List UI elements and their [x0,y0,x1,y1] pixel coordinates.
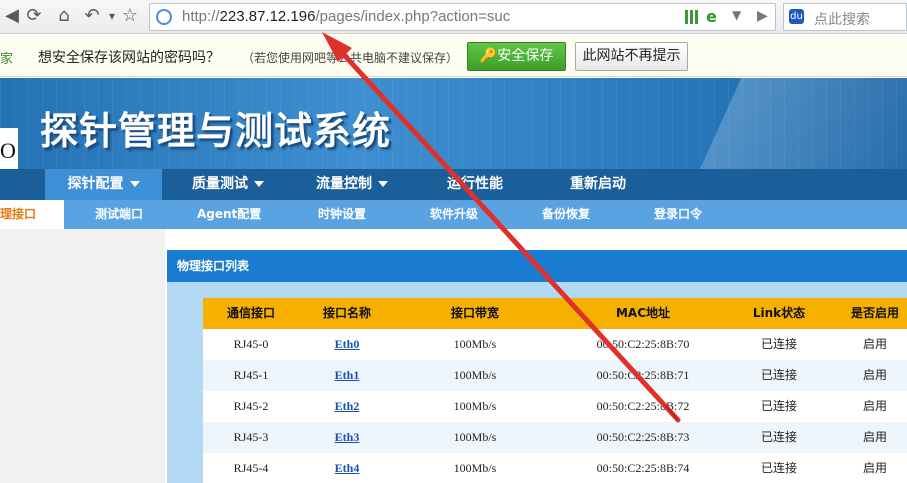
site-banner: O 探针管理与测试系统 [0,78,907,169]
table-cell: 00:50:C2:25:8B:72 [596,399,690,413]
table-row: RJ45-1 Eth1 100Mb/s 00:50:C2:25:8B:71 已连接 启用 [203,360,907,391]
table-row: RJ45-4 Eth4 100Mb/s 00:50:C2:25:8B:74 已连接 启用 [203,453,907,483]
chevron-down-icon[interactable]: ▼ [732,8,741,22]
site-icon [156,9,172,25]
search-input[interactable]: 点此搜索 [814,9,870,29]
table-cell: 启用 [862,461,887,475]
nav-probe-config[interactable]: 探针配置 [45,169,162,200]
refresh-icon[interactable]: ⟳ [22,4,46,28]
back-icon[interactable]: ◀ [0,4,24,28]
address-bar[interactable]: http://223.87.12.196/pages/index.php?act… [149,3,776,31]
chevron-down-icon [254,181,264,187]
table-cell: 100Mb/s [453,337,497,351]
go-icon[interactable]: ▶ [757,8,768,24]
table-cell: 100Mb/s [453,368,497,382]
password-save-bar: 家 想安全保存该网站的密码吗？ （若您使用网吧等公共电脑不建议保存） 🔑安全保存… [0,35,907,77]
url-text[interactable]: http://223.87.12.196/pages/index.php?act… [182,8,510,25]
interface-name-link[interactable]: Eth3 [299,422,395,453]
table-cell: 00:50:C2:25:8B:74 [596,461,690,475]
chevron-down-icon [129,181,140,187]
subnav-physical-interface[interactable]: 理接口 [0,200,64,229]
main-nav: 探针配置 质量测试 流量控制 运行性能 重新启动 [0,169,907,200]
table-cell: 启用 [862,399,887,413]
column-header: 通信接口 [226,306,275,320]
nav-performance[interactable]: 运行性能 [430,169,520,200]
pwbar-question: 想安全保存该网站的密码吗？ [38,50,220,66]
browser-toolbar: ◀ ⟳ ⌂ ↶ ▾ ☆ http://223.87.12.196/pages/i… [0,0,907,34]
subnav-software-upgrade[interactable]: 软件升级 [430,200,478,229]
subnav-backup-restore[interactable]: 备份恢复 [542,200,590,229]
browser-window: ◀ ⟳ ⌂ ↶ ▾ ☆ http://223.87.12.196/pages/i… [0,0,907,483]
interface-name-link[interactable]: Eth1 [299,360,395,391]
column-header: Link状态 [752,306,806,320]
subnav-agent-config[interactable]: Agent配置 [197,200,261,229]
save-password-button[interactable]: 🔑安全保存 [467,42,566,71]
table-cell: RJ45-4 [233,461,269,475]
table-cell: 启用 [862,430,887,444]
interface-name-link[interactable]: Eth4 [299,453,395,483]
pwbar-note: （若您使用网吧等公共电脑不建议保存） [242,51,459,65]
table-cell: RJ45-3 [233,430,269,444]
table-row: RJ45-3 Eth3 100Mb/s 00:50:C2:25:8B:73 已连接 启用 [203,422,907,453]
qr-code-icon[interactable] [685,10,699,24]
nav-quality-test[interactable]: 质量测试 [173,169,283,200]
table-cell: RJ45-1 [233,368,269,382]
ie-compat-icon[interactable]: e [706,7,717,26]
table-cell: 已连接 [760,337,797,351]
table-cell: RJ45-2 [233,399,269,413]
table-header: 通信接口 接口名称 接口带宽 MAC地址 Link状态 是否启用 [203,298,907,329]
panel-title: 物理接口列表 [167,250,907,282]
table-cell: 已连接 [760,399,797,413]
home-icon[interactable]: ⌂ [52,4,76,28]
subnav-clock-settings[interactable]: 时钟设置 [318,200,366,229]
baidu-paw-icon[interactable]: du [789,9,804,24]
system-title: 探针管理与测试系统 [40,109,392,153]
column-header: 是否启用 [850,306,899,320]
table-cell: 100Mb/s [453,399,497,413]
column-header: 接口带宽 [450,306,499,320]
table-cell: 启用 [862,337,887,351]
table-cell: 已连接 [760,461,797,475]
table-row: RJ45-0 Eth0 100Mb/s 00:50:C2:25:8B:70 已连接 启用 [203,329,907,360]
table-row: RJ45-2 Eth2 100Mb/s 00:50:C2:25:8B:72 已连接 启用 [203,391,907,422]
table-cell: 00:50:C2:25:8B:70 [596,337,690,351]
interface-panel: 物理接口列表 通信接口 接口名称 接口带宽 MAC地址 Link状态 是否启用 … [167,250,907,483]
column-header: MAC地址 [615,306,671,320]
sub-nav: 理接口 测试端口 Agent配置 时钟设置 软件升级 备份恢复 登录口令 [0,200,907,229]
table-cell: 已连接 [760,368,797,382]
table-cell: 00:50:C2:25:8B:73 [596,430,690,444]
star-icon[interactable]: ☆ [118,4,142,28]
pwbar-left-text: 家 [0,52,14,67]
table-cell: 已连接 [760,430,797,444]
column-header: 接口名称 [322,306,371,320]
table-cell: 启用 [862,368,887,382]
search-box[interactable]: du 点此搜索 [783,3,907,31]
banner-decoration [700,78,907,169]
left-sidebar [0,229,165,483]
chevron-down-icon [378,181,388,187]
table-cell: 100Mb/s [453,461,497,475]
nav-traffic-control[interactable]: 流量控制 [297,169,407,200]
subnav-login-password[interactable]: 登录口令 [654,200,702,229]
subnav-test-port[interactable]: 测试端口 [95,200,143,229]
interface-name-link[interactable]: Eth0 [299,329,395,360]
table-cell: 100Mb/s [453,430,497,444]
banner-letter: O [0,138,16,163]
interface-name-link[interactable]: Eth2 [299,391,395,422]
table-cell: 00:50:C2:25:8B:71 [596,368,690,382]
never-prompt-button[interactable]: 此网站不再提示 [575,42,688,71]
nav-restart[interactable]: 重新启动 [553,169,643,200]
table-cell: RJ45-0 [233,337,269,351]
key-icon: 🔑 [479,48,498,64]
